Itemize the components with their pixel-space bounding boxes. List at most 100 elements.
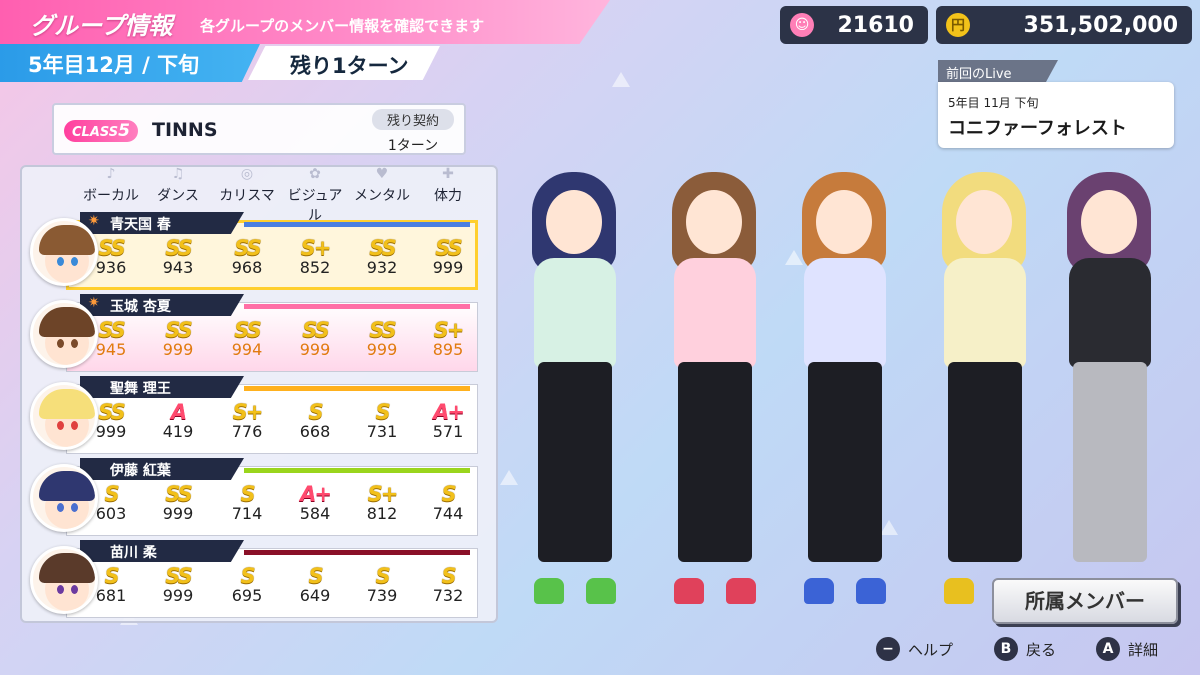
stat-column-icon: ✚ <box>442 166 454 182</box>
stat-value: 419 <box>162 422 194 441</box>
stat-value: 943 <box>162 258 194 277</box>
stat-value: 714 <box>231 504 263 523</box>
member-color-stripe <box>244 550 470 555</box>
stat-column-header: ダンス <box>157 188 199 204</box>
stat-value: 999 <box>162 504 194 523</box>
current-date: 5年目12月 / 下旬 <box>28 53 200 77</box>
member-name: 聖舞 理王 <box>80 376 244 398</box>
stat-value: 695 <box>231 586 263 605</box>
help-hint[interactable]: − ヘルプ <box>876 637 953 661</box>
member-color-stripe <box>244 304 470 309</box>
yen-coin-icon: 円 <box>946 13 970 37</box>
stat-value: 731 <box>366 422 398 441</box>
stat-rank: S+ <box>300 236 332 260</box>
stat-value: 999 <box>162 586 194 605</box>
stat-rank: SS <box>165 482 193 506</box>
back-label: 戻る <box>1026 640 1057 659</box>
stat-value: 999 <box>366 340 398 359</box>
back-hint[interactable]: B 戻る <box>994 637 1056 661</box>
stat-cell: SS 945 <box>78 318 144 359</box>
stat-rank: S <box>441 564 456 588</box>
member-color-stripe <box>244 222 470 227</box>
stat-cell: S 714 <box>214 482 280 523</box>
stat-value: 994 <box>231 340 263 359</box>
stat-cell: SS 999 <box>145 564 211 605</box>
member-name: 玉城 杏夏 <box>80 294 244 316</box>
stat-value: 968 <box>231 258 263 277</box>
stat-value: 732 <box>432 586 464 605</box>
stat-cell: SS 999 <box>349 318 415 359</box>
member-row[interactable]: 青天国 春 SS 936 SS 943 SS 968 S+ 852 SS 932… <box>30 212 478 290</box>
members-button[interactable]: 所属メンバー <box>992 578 1178 624</box>
stat-rank: S <box>375 400 390 424</box>
stat-column-header: メンタル <box>354 188 410 204</box>
stat-cell: SS 943 <box>145 236 211 277</box>
contract-remaining: 残り契約 1ターン <box>372 109 454 155</box>
stat-rank: S <box>240 564 255 588</box>
stat-column-icon: ♫ <box>171 166 185 182</box>
stat-rank: SS <box>98 400 126 424</box>
stat-rank: S <box>104 482 119 506</box>
stat-cell: S 603 <box>78 482 144 523</box>
stat-cell: SS 999 <box>415 236 481 277</box>
member-characters-display <box>500 140 1200 620</box>
member-row[interactable]: 伊藤 紅葉 S 603 SS 999 S 714 A+ 584 S+ 812 S… <box>30 458 478 536</box>
stat-cell: SS 968 <box>214 236 280 277</box>
stat-cell: S+ 776 <box>214 400 280 441</box>
stat-value: 603 <box>95 504 127 523</box>
help-label: ヘルプ <box>908 640 954 659</box>
stat-value: 932 <box>366 258 398 277</box>
detail-hint[interactable]: A 詳細 <box>1096 637 1158 661</box>
stat-value: 571 <box>432 422 464 441</box>
stat-cell: A 419 <box>145 400 211 441</box>
money-counter: 円 351,502,000 <box>936 6 1192 44</box>
stat-value: 852 <box>299 258 331 277</box>
stat-value: 744 <box>432 504 464 523</box>
b-button-icon: B <box>994 637 1018 661</box>
fan-count: 21610 <box>837 12 914 38</box>
stat-column-header: ボーカル <box>83 188 139 204</box>
stat-value: 999 <box>95 422 127 441</box>
member-color-stripe <box>244 386 470 391</box>
member-row[interactable]: 聖舞 理王 SS 999 A 419 S+ 776 S 668 S 731 A+… <box>30 376 478 454</box>
stat-rank: SS <box>165 236 193 260</box>
stat-cell: A+ 584 <box>282 482 348 523</box>
stat-rank: A+ <box>433 400 465 424</box>
stat-rank: SS <box>165 318 193 342</box>
stat-cell: S+ 852 <box>282 236 348 277</box>
stat-value: 999 <box>432 258 464 277</box>
group-info-card[interactable]: CLASS5 TINNS 残り契約 1ターン <box>52 103 466 155</box>
stat-rank: S <box>308 564 323 588</box>
stat-cell: S 668 <box>282 400 348 441</box>
stat-rank: SS <box>234 236 262 260</box>
member-name: 伊藤 紅葉 <box>80 458 244 480</box>
previous-live-name: コニファーフォレスト <box>948 118 1127 139</box>
stat-rank: SS <box>234 318 262 342</box>
member-row[interactable]: 苗川 柔 S 681 SS 999 S 695 S 649 S 739 S 73… <box>30 540 478 618</box>
stat-cell: S 739 <box>349 564 415 605</box>
stat-cell: A+ 571 <box>415 400 481 441</box>
a-button-icon: A <box>1096 637 1120 661</box>
class-badge: CLASS5 <box>64 120 138 142</box>
stat-rank: S <box>375 564 390 588</box>
stat-rank: SS <box>98 236 126 260</box>
money-amount: 351,502,000 <box>1023 12 1178 38</box>
stat-rank: A+ <box>300 482 332 506</box>
member-row[interactable]: 玉城 杏夏 SS 945 SS 999 SS 994 SS 999 SS 999… <box>30 294 478 372</box>
stat-rank: SS <box>302 318 330 342</box>
fan-counter: ☺ 21610 <box>780 6 928 44</box>
stat-rank: SS <box>369 318 397 342</box>
stat-cell: S 695 <box>214 564 280 605</box>
stat-rank: S+ <box>433 318 465 342</box>
minus-button-icon: − <box>876 637 900 661</box>
stat-column-header: 体力 <box>434 188 462 204</box>
stat-value: 999 <box>162 340 194 359</box>
stat-value: 584 <box>299 504 331 523</box>
stat-cell: SS 932 <box>349 236 415 277</box>
stat-rank: S <box>441 482 456 506</box>
turns-left: 残り1ターン <box>290 54 409 78</box>
stat-rank: S <box>240 482 255 506</box>
stat-cell: S 731 <box>349 400 415 441</box>
stat-cell: S+ 895 <box>415 318 481 359</box>
group-name: TINNS <box>152 119 218 141</box>
